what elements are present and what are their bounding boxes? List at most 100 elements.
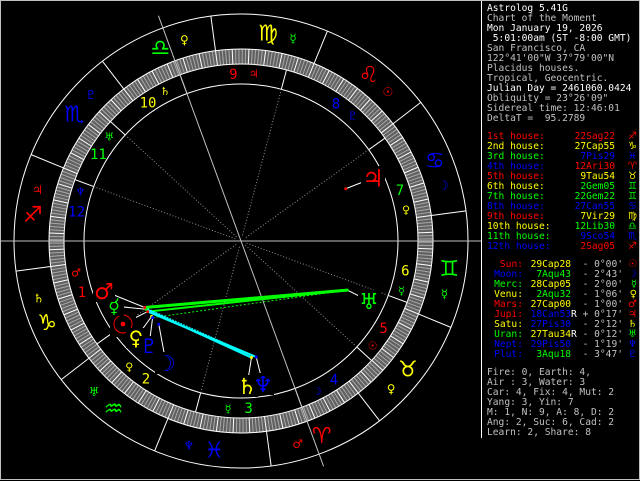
chart-wheel: ♈♂♉♀♊☿♋☽♌☉♍☿♎♀♏♇♐♃♑♄♒♅♓♆1♂2♀3☿4☽5☉6☿7♀8♇… [1, 1, 481, 481]
house-ruler-icon: ☽ [312, 385, 322, 398]
house-cusp-line [369, 138, 385, 150]
house-ruler-icon: ♀ [402, 204, 410, 217]
house-number: 6 [401, 263, 409, 279]
sign-ruler-icon: ♀ [180, 33, 189, 47]
sign-boundary [393, 102, 421, 123]
sign-boundary [211, 16, 216, 51]
neptune-position-dot [255, 356, 258, 359]
house-number: 10 [140, 95, 157, 111]
sign-boundary [31, 155, 63, 168]
astrolog-window: ♈♂♉♀♊☿♋☽♌☉♍☿♎♀♏♇♐♃♑♄♒♅♓♆1♂2♀3☿4☽5☉6☿7♀8♇… [0, 0, 640, 480]
house-number: 4 [330, 373, 338, 389]
sign-ruler-icon: ☉ [382, 85, 393, 99]
aquarius-icon: ♒ [104, 397, 124, 422]
sign-ruler-icon: ♆ [183, 438, 194, 452]
mars-position-dot [143, 306, 146, 309]
capricorn-icon: ♑ [37, 311, 57, 336]
degree-tick [49, 249, 64, 250]
house-number: 2 [142, 371, 150, 387]
saturn-position-dot [250, 356, 253, 359]
house-ruler-icon: ☿ [398, 285, 405, 298]
sign-boundary [61, 358, 89, 379]
sign-ruler-icon: ♃ [32, 183, 43, 197]
house-number: 8 [332, 97, 340, 113]
pluto-icon: ♇ [140, 334, 158, 358]
house-row: 12th house:2Sag05♐ [487, 242, 640, 252]
stats-line: Learn: 2, Share: 8 [487, 428, 640, 438]
house-number: 1 [78, 285, 86, 301]
house-ruler-icon: ♆ [76, 185, 86, 198]
house-ruler-icon: ♄ [160, 85, 170, 98]
house-cusp-line [281, 70, 286, 89]
house-number: 11 [90, 147, 107, 163]
house-number: 9 [229, 67, 237, 83]
planet-latitude: - 3°47' [577, 350, 623, 360]
sign-boundary [155, 419, 168, 451]
sign-boundary [16, 266, 51, 271]
sagittarius-icon: ♐ [23, 203, 43, 228]
planet-name: Plut: [487, 350, 523, 360]
pisces-icon: ♓ [204, 438, 224, 463]
degree-tick [418, 232, 433, 233]
house-ruler-icon: ♇ [348, 110, 358, 123]
house-cusp-dotted-line [246, 150, 369, 238]
sign-ruler-icon: ☽ [438, 178, 449, 192]
moon-position-dot [157, 323, 160, 326]
sign-boundary [102, 61, 123, 89]
pluto-icon: ♇ [623, 350, 637, 360]
house-cusp-dotted-line [125, 135, 236, 237]
uranus-icon: ♅ [359, 290, 379, 315]
sign-boundary [358, 393, 379, 421]
house-ruler-icon: ☉ [368, 339, 378, 352]
sign-boundary [431, 211, 466, 216]
sign-ruler-icon: ♂ [292, 437, 303, 451]
sign-ruler-icon: ♇ [86, 88, 97, 102]
sign-boundary [419, 314, 451, 327]
house-ruler-icon: ♅ [104, 131, 114, 144]
uranus-position-dot [346, 289, 349, 292]
neptune-icon: ♆ [253, 373, 273, 398]
house-cusp-list: 1st house:22Sag22♐2nd house:27Cap55♑3rd … [487, 132, 640, 252]
house-ruler-icon: ♀ [125, 360, 133, 373]
virgo-icon: ♍ [258, 22, 278, 47]
chart-info: Astrolog 5.41GChart of the MomentMon Jan… [487, 4, 640, 124]
jupiter-icon: ♃ [362, 165, 384, 193]
planet-position-list: Sun:29Cap28- 0°00'☉Moon:7Aqu43- 2°43'☽Me… [487, 260, 640, 360]
sign-boundary [266, 431, 271, 466]
house-label: 12th house: [487, 242, 549, 252]
house-number: 5 [379, 321, 387, 337]
scorpio-icon: ♏ [64, 103, 84, 128]
degree-tick [49, 233, 64, 234]
sign-ruler-icon: ☿ [289, 32, 296, 46]
info-panel: Astrolog 5.41GChart of the MomentMon Jan… [481, 1, 640, 438]
planet-row: Plut:3Aqu18 - 3°47'♇ [487, 350, 640, 360]
house-ruler-icon: ☿ [225, 403, 232, 416]
degree-tick [248, 49, 249, 64]
leo-icon: ♌ [359, 63, 379, 88]
house-cusp-dotted-line [201, 247, 240, 393]
degree-tick [418, 248, 433, 249]
house-cusp-dotted-line [247, 243, 389, 295]
element-stats: Fire: 0, Earth: 4,Air : 3, Water: 3Car: … [487, 368, 640, 438]
house-number: 7 [396, 183, 404, 199]
cancer-icon: ♋ [425, 149, 445, 174]
house-cusp-dotted-line [243, 89, 282, 235]
planet-position: 3Aqu18 [523, 350, 571, 360]
trine-aspect-line [148, 290, 348, 311]
house-ruler-icon: ♂ [71, 266, 81, 279]
house-ruler-icon: ♃ [249, 67, 259, 80]
house-cusp-line [196, 393, 201, 412]
sign-ruler-icon: ☿ [441, 287, 448, 301]
house-number: 12 [68, 205, 85, 221]
sign-ruler-icon: ♅ [89, 385, 100, 399]
sextile-aspect-line [145, 307, 256, 357]
sign-ruler-icon: ♀ [387, 382, 396, 396]
house-cusp: 2Sag05 [549, 242, 615, 252]
degree-tick [249, 418, 250, 433]
mars-icon: ♂ [94, 280, 114, 305]
taurus-icon: ♉ [398, 357, 418, 382]
moon-icon: ☽ [156, 352, 176, 377]
jupiter-position-dot [344, 187, 347, 190]
house-cusp-dotted-line [94, 187, 236, 239]
house-number: 3 [244, 401, 252, 417]
